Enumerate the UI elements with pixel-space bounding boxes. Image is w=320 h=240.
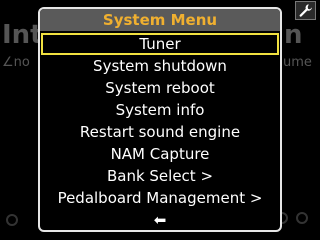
- background-title-left: Int: [2, 20, 43, 50]
- system-menu-dialog: System Menu Tuner System shutdown System…: [38, 7, 282, 232]
- menu-item-system-shutdown[interactable]: System shutdown: [40, 55, 280, 77]
- menu-item-pedalboard-management[interactable]: Pedalboard Management >: [40, 187, 280, 209]
- menu-item-system-reboot[interactable]: System reboot: [40, 77, 280, 99]
- menu-header: System Menu: [40, 9, 280, 31]
- wrench-icon: [298, 3, 313, 18]
- menu-list: Tuner System shutdown System reboot Syst…: [40, 31, 280, 230]
- back-arrow-icon[interactable]: ⬅: [40, 209, 280, 230]
- menu-item-system-info[interactable]: System info: [40, 99, 280, 121]
- wrench-button[interactable]: [295, 1, 316, 20]
- menu-title: System Menu: [102, 11, 218, 29]
- background-dial-icon: [296, 212, 308, 224]
- background-subtitle-left: ∠no: [2, 55, 30, 70]
- background-dial-icon: [6, 214, 18, 226]
- background-subtitle-right: ume: [283, 55, 312, 70]
- menu-item-restart-sound-engine[interactable]: Restart sound engine: [40, 121, 280, 143]
- menu-item-tuner[interactable]: Tuner: [41, 33, 279, 55]
- screen: Int n ∠no ume System Menu Tuner System s…: [0, 0, 320, 240]
- menu-item-nam-capture[interactable]: NAM Capture: [40, 143, 280, 165]
- background-title-right: n: [284, 20, 303, 50]
- menu-item-bank-select[interactable]: Bank Select >: [40, 165, 280, 187]
